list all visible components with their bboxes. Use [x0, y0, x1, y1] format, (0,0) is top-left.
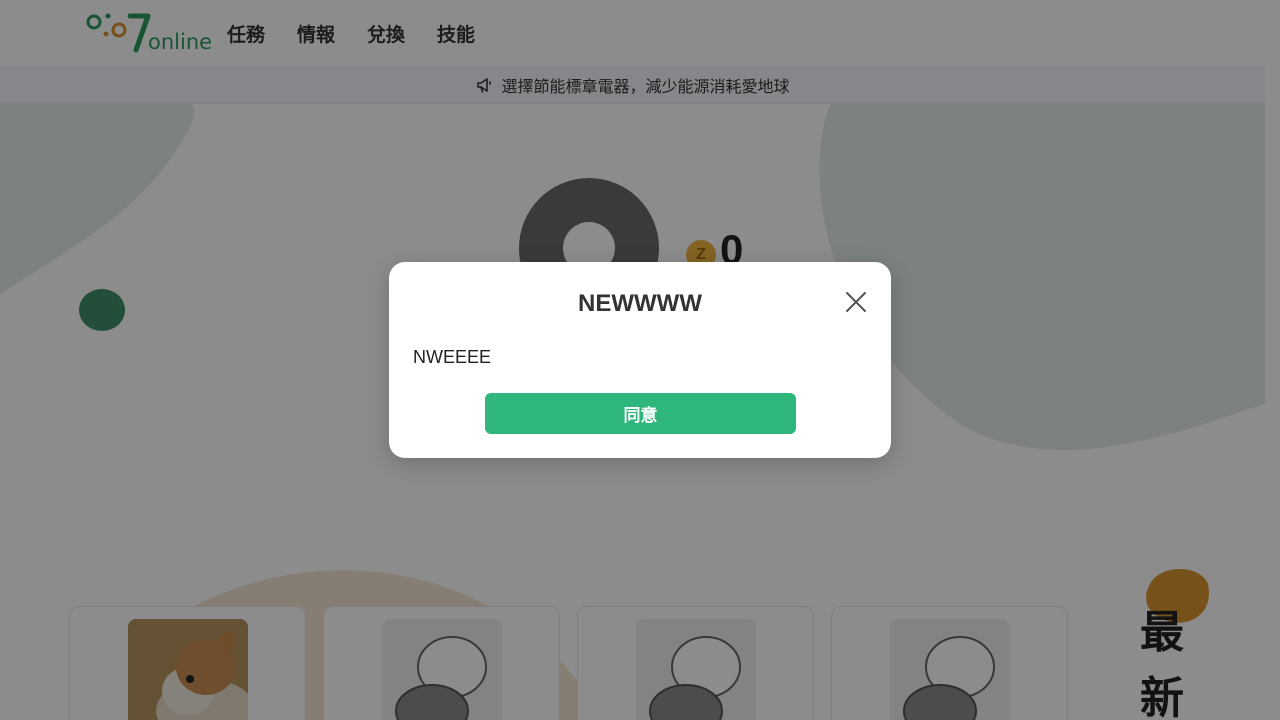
- modal-title: NEWWWW: [578, 290, 702, 317]
- modal-dialog: NEWWWW NWEEEE 同意: [389, 262, 891, 458]
- modal-body-text: NWEEEE: [413, 347, 492, 367]
- agree-button[interactable]: 同意: [485, 393, 796, 434]
- close-icon[interactable]: [844, 290, 868, 314]
